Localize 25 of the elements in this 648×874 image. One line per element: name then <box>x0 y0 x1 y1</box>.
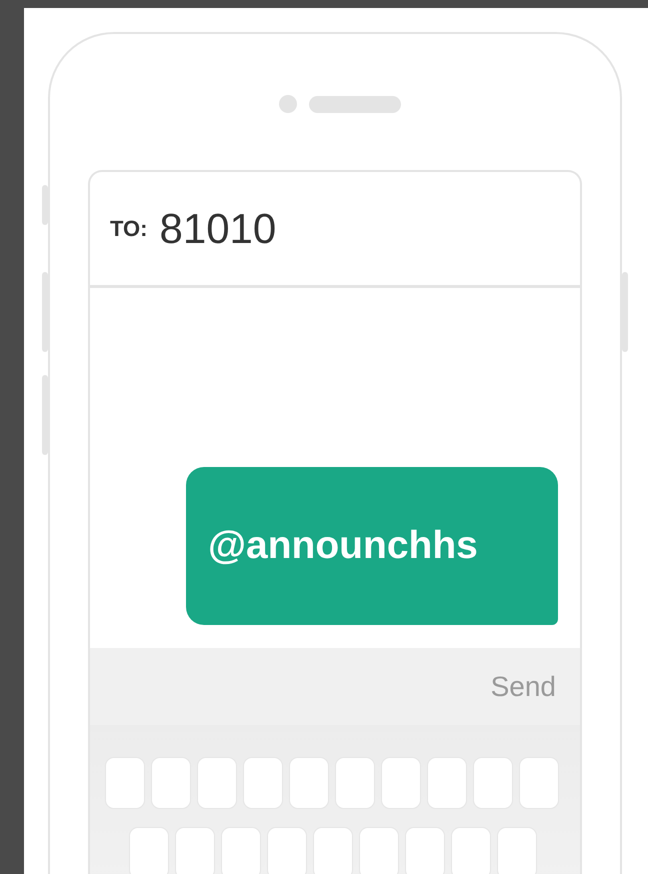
keyboard-key[interactable] <box>152 758 190 808</box>
keyboard-key[interactable] <box>520 758 558 808</box>
keyboard-key[interactable] <box>474 758 512 808</box>
keyboard-key[interactable] <box>452 828 490 874</box>
speaker-icon <box>309 96 401 112</box>
camera-icon <box>279 95 297 113</box>
keyboard-key[interactable] <box>428 758 466 808</box>
keyboard-key[interactable] <box>336 758 374 808</box>
keyboard-key[interactable] <box>406 828 444 874</box>
keyboard-key[interactable] <box>314 828 352 874</box>
keyboard-key[interactable] <box>360 828 398 874</box>
send-button[interactable]: Send <box>490 670 556 702</box>
keyboard-key[interactable] <box>382 758 420 808</box>
keyboard-key[interactable] <box>290 758 328 808</box>
keyboard-key[interactable] <box>498 828 536 874</box>
keyboard-key[interactable] <box>198 758 236 808</box>
keyboard-key[interactable] <box>244 758 282 808</box>
recipient-label: TO: <box>110 216 148 242</box>
message-bubble: @announchhs <box>186 467 558 625</box>
recipient-number: 81010 <box>159 204 276 252</box>
keyboard-key[interactable] <box>176 828 214 874</box>
keyboard-key[interactable] <box>130 828 168 874</box>
keyboard-key[interactable] <box>268 828 306 874</box>
keyboard-key[interactable] <box>222 828 260 874</box>
keyboard-key[interactable] <box>106 758 144 808</box>
